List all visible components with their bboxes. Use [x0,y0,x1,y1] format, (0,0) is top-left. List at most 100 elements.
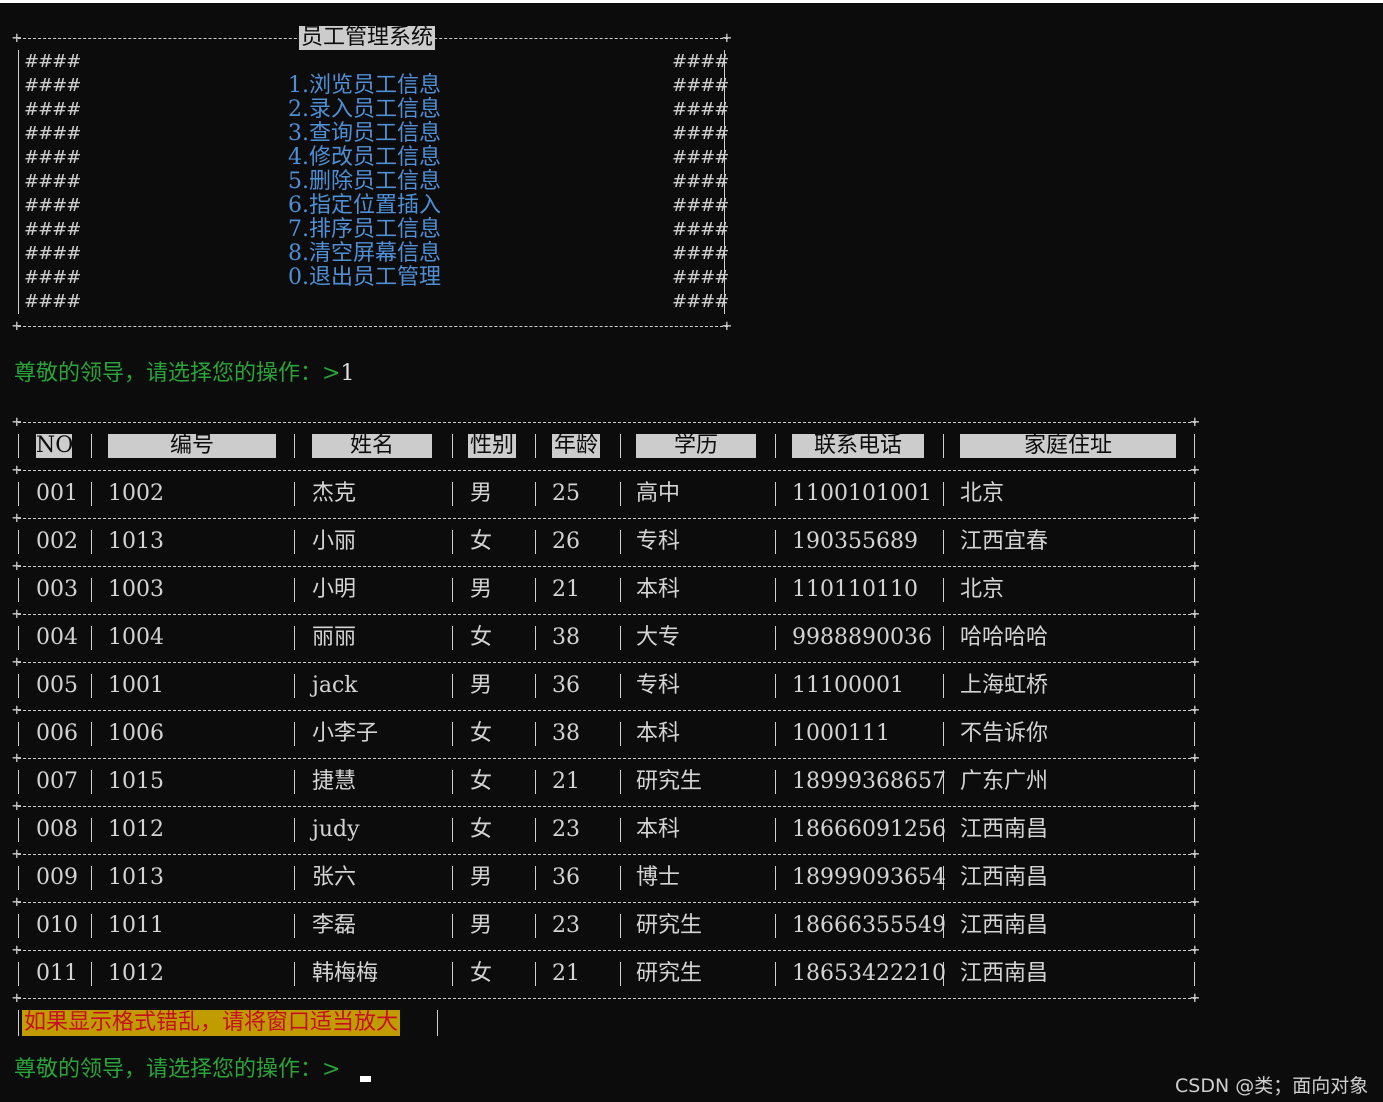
table-cell: 18999093654 [792,865,946,890]
table-cell: 38 [552,721,580,746]
column-separator [775,434,776,458]
warning-left-bar [18,1010,19,1036]
prompt-line-2[interactable]: 尊敬的领导，请选择您的操作：> [14,1058,340,1082]
column-separator [943,578,944,602]
table-corner: + [12,652,22,671]
column-separator [452,962,453,986]
table-cell: 001 [36,481,78,506]
table-cell: 190355689 [792,529,918,554]
table-cell: 哈哈哈哈 [960,625,1049,650]
corner: + [12,316,22,335]
column-separator [620,866,621,890]
table-cell: 003 [36,577,78,602]
table-cell: 008 [36,817,78,842]
prompt-text: 尊敬的领导，请选择您的操作：> [14,1057,341,1082]
column-separator [294,434,295,458]
column-separator [452,578,453,602]
column-separator [91,482,92,506]
table-corner: + [1190,556,1200,575]
column-separator [294,770,295,794]
column-separator [620,626,621,650]
column-separator [452,434,453,458]
table-corner: + [12,556,22,575]
table-cell: 011 [36,961,78,986]
column-separator [775,914,776,938]
menu-item: 1.浏览员工信息 [288,73,441,98]
column-separator [775,578,776,602]
menu-item: 2.录入员工信息 [288,97,441,122]
prompt-line-1: 尊敬的领导，请选择您的操作：>1 [14,362,354,386]
column-separator [535,770,536,794]
table-cell: 18653422210 [792,961,946,986]
table-cell: 江西南昌 [960,865,1049,890]
table-row-divider [18,758,1196,759]
hash-border: #### [24,147,81,168]
table-cell: 1004 [108,625,164,650]
table-cell: 研究生 [636,961,703,986]
column-separator [1194,770,1195,794]
column-separator [18,434,19,458]
table-cell: 李磊 [312,913,357,938]
menu-item: 4.修改员工信息 [288,145,441,170]
hash-border: #### [24,291,81,312]
menu-item: 6.指定位置插入 [288,193,441,218]
column-separator [775,770,776,794]
table-row-divider [18,998,1196,999]
column-separator [535,674,536,698]
table-cell: 005 [36,673,78,698]
column-header: 编号 [108,434,276,458]
table-cell: 广东广州 [960,769,1049,794]
menu-left-border [18,50,19,314]
table-cell: 本科 [636,817,681,842]
table-cell: 21 [552,961,580,986]
table-corner: + [1190,508,1200,527]
column-separator [294,626,295,650]
column-separator [775,626,776,650]
column-separator [452,482,453,506]
table-row-divider [18,566,1196,567]
column-separator [91,962,92,986]
table-cell: 1002 [108,481,164,506]
table-cell: jack [312,673,358,698]
table-cell: 1012 [108,961,164,986]
table-corner: + [1190,652,1200,671]
table-cell: 110110110 [792,577,918,602]
column-separator [294,578,295,602]
column-separator [294,914,295,938]
table-cell: 高中 [636,481,681,506]
table-cell: 006 [36,721,78,746]
table-cell: 1100101001 [792,481,932,506]
hash-border: #### [672,267,729,288]
column-separator [91,530,92,554]
table-row-divider [18,710,1196,711]
table-corner: + [12,412,22,431]
table-corner: + [12,796,22,815]
table-cell: 1000111 [792,721,890,746]
menu-item: 7.排序员工信息 [288,217,441,242]
table-corner: + [12,988,22,1007]
table-cell: 专科 [636,529,681,554]
table-cell: 男 [470,913,493,938]
table-cell: 11100001 [792,673,904,698]
column-separator [775,674,776,698]
table-row-divider [18,662,1196,663]
column-separator [1194,962,1195,986]
column-separator [943,434,944,458]
table-cell: 杰克 [312,481,357,506]
column-separator [294,818,295,842]
column-separator [294,530,295,554]
column-separator [620,962,621,986]
table-cell: 研究生 [636,913,703,938]
menu-item: 0.退出员工管理 [288,265,441,290]
table-cell: 北京 [960,577,1005,602]
table-cell: 研究生 [636,769,703,794]
corner: + [12,28,22,47]
table-cell: 010 [36,913,78,938]
table-row-divider [18,470,1196,471]
table-cell: 1006 [108,721,164,746]
column-separator [294,674,295,698]
hash-border: #### [24,99,81,120]
hash-border: #### [24,243,81,264]
column-separator [294,722,295,746]
hash-border: #### [672,51,729,72]
